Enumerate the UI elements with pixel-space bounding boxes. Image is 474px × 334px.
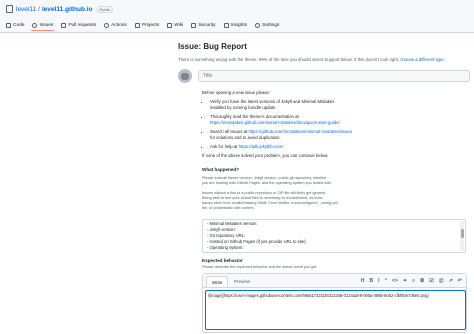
help-link[interactable]: https://talk.jekyllrb.com/	[239, 144, 284, 149]
graph-icon	[223, 22, 229, 28]
list-item-text: installed by running bundle update .	[210, 105, 278, 110]
tab-settings[interactable]: Settings	[255, 19, 279, 31]
list-item: Search all issues at https://github.com/…	[210, 129, 464, 141]
heading-icon[interactable]: H	[361, 278, 365, 284]
list-item-text: Thoroughly read the theme's documentatio…	[210, 114, 299, 119]
repo-nav: Code Issues Pull requests Actions Projec…	[6, 19, 287, 31]
repo-breadcrumb: level11 / level11.github.io Public	[6, 4, 114, 14]
markdown-toolbar: H B I “ <> ⚭ ≡ ≣ ☑ @ ↗ ↶	[356, 277, 462, 285]
hint-line: file, or problematic site content.	[202, 206, 255, 210]
tab-preview[interactable]: Preview	[231, 276, 253, 287]
undo-icon[interactable]: ↶	[458, 278, 462, 284]
code-icon	[6, 22, 11, 28]
hint-line: Please include theme version, Jekyll ver…	[202, 176, 327, 180]
what-happened-hint-2: Issues without a link to a public reposi…	[202, 191, 464, 211]
italic-icon[interactable]: I	[378, 278, 379, 284]
what-happened-textarea[interactable]: - Minimal Mistakes version: - Jekyll ver…	[202, 219, 466, 253]
hint-line: you are hosting with Github Pages, and t…	[202, 181, 333, 185]
play-icon	[104, 22, 110, 28]
tab-write[interactable]: Write	[206, 276, 228, 287]
scrollbar-thumb[interactable]	[460, 229, 464, 238]
what-happened-label: What happened?	[202, 167, 240, 172]
tab-label: Code	[13, 22, 25, 28]
hint-line: Being able to see your actual files is n…	[202, 196, 323, 200]
list-item: Thoroughly read the theme's documentatio…	[210, 114, 464, 126]
bold-icon[interactable]: B	[370, 278, 374, 284]
tab-code[interactable]: Code	[6, 19, 24, 31]
tab-pull-requests[interactable]: Pull requests	[61, 19, 96, 31]
issues-link[interactable]: https://github.com/mmistakes/minimal-mis…	[248, 129, 351, 134]
tab-issues[interactable]: Issues	[31, 19, 55, 31]
title-input[interactable]: Title	[198, 70, 470, 82]
list-item-text: Search all issues at	[210, 129, 248, 134]
tab-label: Issues	[39, 22, 54, 28]
link-icon[interactable]: ⚭	[403, 278, 407, 284]
tab-label: Insights	[230, 22, 248, 28]
editor-header: Write Preview H B I “ <> ⚭ ≡ ≣ ☑ @ ↗ ↶	[203, 274, 466, 288]
tab-projects[interactable]: Projects	[134, 19, 160, 31]
description-text: There is something wrong with the theme.…	[178, 57, 400, 62]
expected-behavior-textarea[interactable]: ![image](https://user-images.githubuserc…	[205, 290, 466, 330]
quote-icon[interactable]: “	[385, 278, 388, 284]
expected-behavior-label: Expected behavior	[202, 258, 243, 263]
tab-label: Security	[198, 22, 216, 28]
list-item-text: Ask for help at	[210, 144, 238, 149]
tab-label: Wiki	[174, 22, 184, 28]
textarea-scrollbar[interactable]	[460, 221, 464, 251]
gear-icon	[255, 22, 261, 28]
hint-line: Issues without a link to a public reposi…	[202, 191, 327, 195]
task-list-icon[interactable]: ☑	[429, 278, 433, 284]
expected-behavior-editor: Write Preview H B I “ <> ⚭ ≡ ≣ ☑ @ ↗ ↶ !…	[202, 273, 467, 333]
reference-icon[interactable]: ↗	[449, 278, 453, 284]
list-item: Ask for help at https://talk.jekyllrb.co…	[210, 144, 464, 150]
tab-security[interactable]: Security	[191, 19, 216, 31]
issue-template-heading: Issue: Bug Report	[178, 42, 247, 51]
book-icon	[167, 22, 173, 28]
breadcrumb-separator: /	[38, 5, 40, 13]
outro-text: If none of the above solved your problem…	[202, 153, 329, 158]
checklist: Verify you have the latest versions of J…	[202, 99, 464, 150]
issue-icon	[32, 22, 38, 28]
tab-label: Actions	[111, 22, 127, 28]
repo-owner-link[interactable]: level11	[16, 6, 36, 13]
code-icon[interactable]: <>	[392, 278, 398, 284]
choose-different-type-link[interactable]: choose a different type.	[400, 57, 445, 62]
tab-actions[interactable]: Actions	[104, 19, 127, 31]
tab-label: Pull requests	[68, 22, 97, 28]
table-icon	[134, 22, 140, 28]
issue-template-description: There is something wrong with the theme.…	[178, 57, 445, 62]
shield-icon	[191, 22, 197, 28]
docs-link[interactable]: https://mmistakes.github.io/minimal-mist…	[210, 120, 340, 125]
list-item-text: Verify you have the latest versions of J…	[210, 99, 335, 104]
list-item: Verify you have the latest versions of J…	[210, 99, 464, 111]
tab-label: Projects	[141, 22, 160, 28]
pull-request-icon	[61, 22, 67, 28]
unordered-list-icon[interactable]: ≡	[412, 278, 415, 284]
repo-icon	[6, 5, 13, 13]
issue-body-instructions: Before opening a new issue please: Verif…	[202, 90, 464, 159]
list-item-text: for solutions and to avoid duplication.	[210, 135, 281, 140]
mention-icon[interactable]: @	[439, 278, 444, 284]
repo-name-link[interactable]: level11.github.io	[42, 6, 93, 13]
tab-label: Settings	[262, 22, 280, 28]
visibility-badge: Public	[96, 5, 114, 13]
ordered-list-icon[interactable]: ≣	[420, 278, 424, 284]
hint-line: issues stem from invalid/missing YAML Fr…	[202, 201, 339, 205]
expected-behavior-hint: Please describe the expected behavior an…	[202, 265, 318, 269]
what-happened-hint: Please include theme version, Jekyll ver…	[202, 176, 464, 186]
header-divider	[0, 32, 474, 33]
tab-wiki[interactable]: Wiki	[167, 19, 183, 31]
intro-text: Before opening a new issue please:	[202, 90, 271, 95]
repo-header: level11 / level11.github.io Public Code …	[0, 0, 474, 32]
tab-insights[interactable]: Insights	[223, 19, 248, 31]
avatar	[178, 69, 192, 83]
textarea-line: - Operating system:	[207, 245, 244, 250]
